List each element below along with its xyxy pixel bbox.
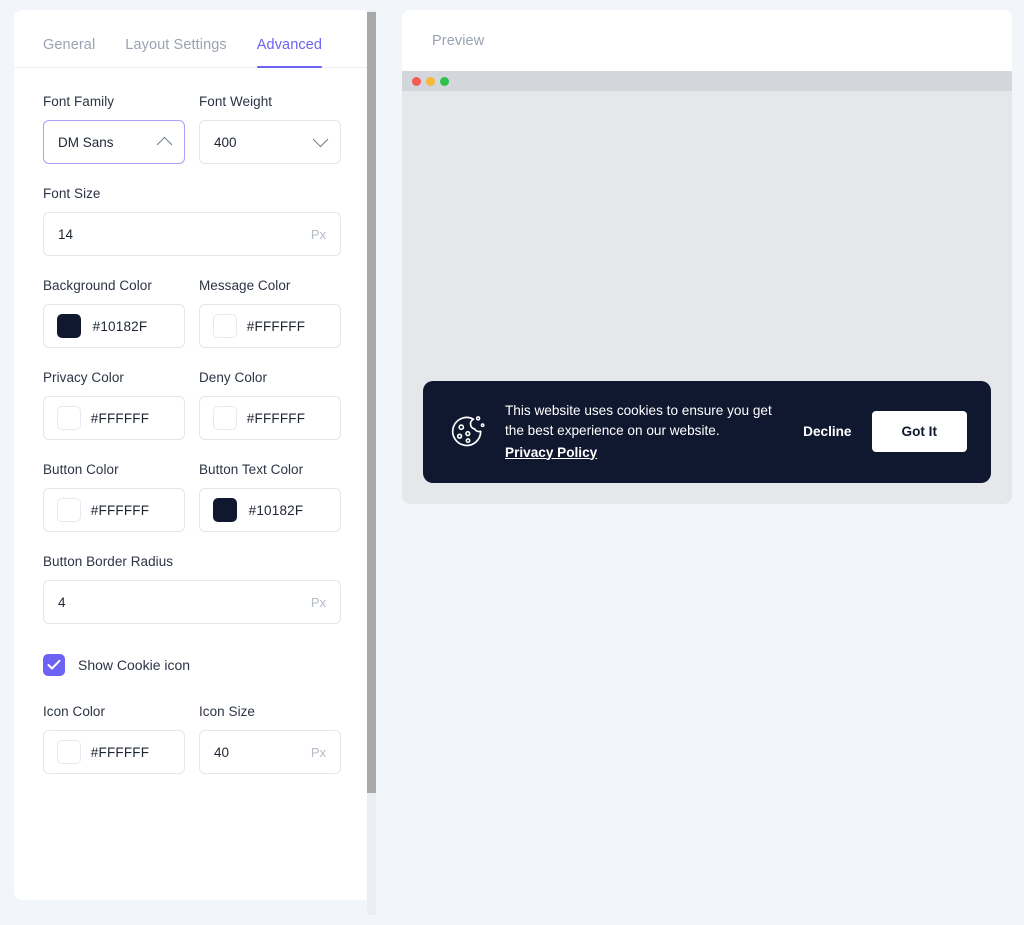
- background-color-group: Background Color #10182F: [43, 278, 185, 348]
- icon-size-group: Icon Size 40 Px: [199, 704, 341, 774]
- preview-panel: Preview This website uses cookies to ens: [402, 10, 1012, 504]
- background-color-label: Background Color: [43, 278, 152, 293]
- window-minimize-dot-icon[interactable]: [426, 76, 435, 86]
- font-size-label: Font Size: [43, 186, 101, 201]
- settings-panel: General Layout Settings Advanced Font Fa…: [14, 10, 370, 900]
- icon-size-unit: Px: [310, 744, 326, 760]
- font-size-input[interactable]: 14 Px: [43, 212, 341, 256]
- icon-size-input[interactable]: 40 Px: [199, 730, 341, 774]
- button-border-radius-unit: Px: [310, 594, 326, 610]
- deny-color-input[interactable]: #FFFFFF: [199, 396, 341, 440]
- privacy-color-group: Privacy Color #FFFFFF: [43, 370, 185, 440]
- cookie-icon: [447, 412, 487, 452]
- privacy-policy-link[interactable]: Privacy Policy: [505, 443, 597, 464]
- icon-size-value: 40: [214, 744, 230, 760]
- privacy-color-label: Privacy Color: [43, 370, 124, 385]
- font-weight-value: 400: [214, 134, 237, 150]
- icon-color-group: Icon Color #FFFFFF: [43, 704, 185, 774]
- icon-color-value: #FFFFFF: [90, 744, 150, 760]
- settings-scrollbar-thumb[interactable]: [367, 12, 376, 793]
- button-color-value: #FFFFFF: [90, 502, 150, 518]
- tab-advanced-label: Advanced: [256, 37, 323, 53]
- deny-color-value: #FFFFFF: [246, 410, 306, 426]
- button-border-radius-input[interactable]: 4 Px: [43, 580, 341, 624]
- check-icon: [47, 659, 61, 670]
- message-color-swatch[interactable]: [213, 314, 237, 338]
- decline-button[interactable]: Decline: [801, 420, 853, 443]
- button-color-label: Button Color: [43, 462, 119, 477]
- button-border-radius-label: Button Border Radius: [43, 554, 174, 569]
- button-border-radius-group: Button Border Radius 4 Px: [43, 554, 341, 624]
- privacy-color-swatch[interactable]: [57, 406, 81, 430]
- cookie-banner-message: This website uses cookies to ensure you …: [505, 402, 772, 439]
- font-weight-group: Font Weight 400: [199, 94, 341, 164]
- button-color-group: Button Color #FFFFFF: [43, 462, 185, 532]
- button-text-color-value: #10182F: [248, 502, 304, 518]
- background-color-input[interactable]: #10182F: [43, 304, 185, 348]
- background-color-value: #10182F: [92, 318, 148, 334]
- button-text-color-group: Button Text Color #10182F: [199, 462, 341, 532]
- deny-color-group: Deny Color #FFFFFF: [199, 370, 341, 440]
- chevron-up-icon: [156, 136, 173, 152]
- privacy-deny-color-row: Privacy Color #FFFFFF Deny Color #FFFFFF: [43, 370, 341, 440]
- font-family-value: DM Sans: [58, 134, 114, 150]
- button-text-color-input[interactable]: #10182F: [199, 488, 341, 532]
- tab-layout-settings-label: Layout Settings: [125, 37, 227, 53]
- font-size-value: 14: [58, 226, 74, 242]
- font-row: Font Family DM Sans Font Weight 400: [43, 94, 341, 164]
- font-weight-select[interactable]: 400: [199, 120, 341, 164]
- icon-row: Icon Color #FFFFFF Icon Size 40 Px: [43, 704, 341, 774]
- preview-title: Preview: [432, 32, 485, 49]
- font-family-label: Font Family: [43, 94, 115, 109]
- cookie-banner-text: This website uses cookies to ensure you …: [505, 401, 783, 464]
- font-family-group: Font Family DM Sans: [43, 94, 185, 164]
- tab-advanced[interactable]: Advanced: [256, 37, 323, 68]
- preview-header: Preview: [402, 10, 1012, 71]
- show-cookie-icon-label: Show Cookie icon: [78, 657, 191, 673]
- icon-size-label: Icon Size: [199, 704, 255, 719]
- window-close-dot-icon[interactable]: [412, 76, 421, 86]
- button-color-swatch[interactable]: [57, 498, 81, 522]
- font-family-select[interactable]: DM Sans: [43, 120, 185, 164]
- message-color-group: Message Color #FFFFFF: [199, 278, 341, 348]
- button-text-color-label: Button Text Color: [199, 462, 304, 477]
- message-color-value: #FFFFFF: [246, 318, 306, 334]
- privacy-color-value: #FFFFFF: [90, 410, 150, 426]
- accept-cookies-button[interactable]: Got It: [871, 411, 967, 453]
- font-weight-label: Font Weight: [199, 94, 273, 109]
- deny-color-swatch[interactable]: [213, 406, 237, 430]
- message-color-label: Message Color: [199, 278, 291, 293]
- background-message-color-row: Background Color #10182F Message Color #…: [43, 278, 341, 348]
- message-color-input[interactable]: #FFFFFF: [199, 304, 341, 348]
- icon-color-swatch[interactable]: [57, 740, 81, 764]
- tab-general-label: General: [43, 37, 96, 53]
- tab-layout-settings[interactable]: Layout Settings: [125, 37, 226, 67]
- browser-window-chrome: [402, 71, 1012, 91]
- tab-general[interactable]: General: [43, 37, 95, 67]
- font-size-group: Font Size 14 Px: [43, 186, 341, 256]
- chevron-down-icon: [312, 131, 329, 148]
- font-size-unit: Px: [310, 226, 326, 242]
- deny-color-label: Deny Color: [199, 370, 268, 385]
- show-cookie-icon-checkbox[interactable]: [43, 654, 65, 676]
- background-color-swatch[interactable]: [57, 314, 81, 338]
- browser-viewport: This website uses cookies to ensure you …: [402, 91, 1012, 504]
- button-color-row: Button Color #FFFFFF Button Text Color #…: [43, 462, 341, 532]
- button-color-input[interactable]: #FFFFFF: [43, 488, 185, 532]
- button-border-radius-value: 4: [58, 594, 66, 610]
- privacy-color-input[interactable]: #FFFFFF: [43, 396, 185, 440]
- icon-color-input[interactable]: #FFFFFF: [43, 730, 185, 774]
- settings-tabbar: General Layout Settings Advanced: [14, 10, 370, 68]
- advanced-settings-form: Font Family DM Sans Font Weight 400 Font…: [14, 68, 370, 836]
- cookie-consent-banner: This website uses cookies to ensure you …: [423, 380, 991, 483]
- icon-color-label: Icon Color: [43, 704, 106, 719]
- button-text-color-swatch[interactable]: [213, 498, 237, 522]
- window-maximize-dot-icon[interactable]: [440, 76, 449, 86]
- show-cookie-icon-row: Show Cookie icon: [43, 654, 341, 676]
